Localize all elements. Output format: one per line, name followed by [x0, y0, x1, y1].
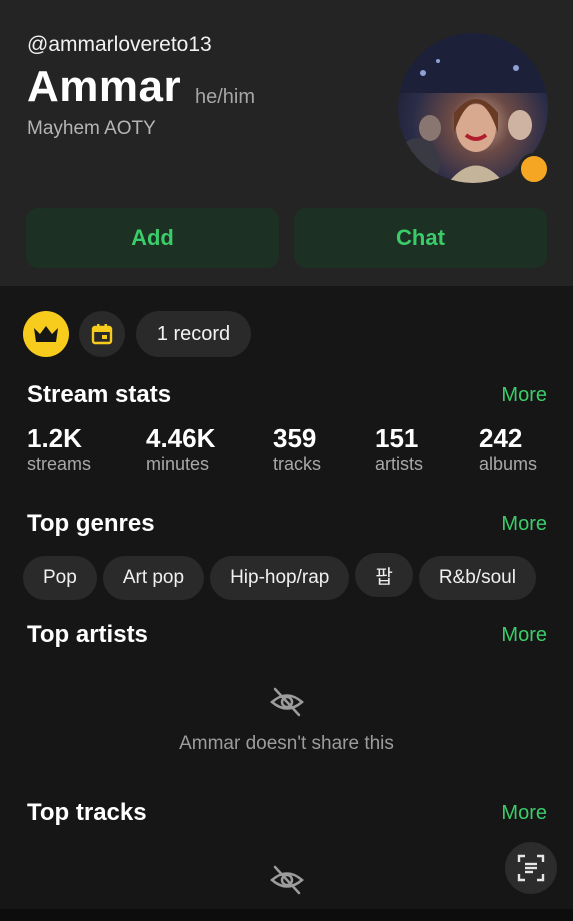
top-artists-more-link[interactable]: More	[501, 624, 547, 647]
stat-value: 1.2K	[27, 423, 82, 453]
top-tracks-more-link[interactable]: More	[501, 802, 547, 825]
stat-albums: 242 albums	[479, 424, 537, 475]
stat-value: 4.46K	[146, 423, 216, 453]
crown-icon	[34, 326, 58, 342]
stat-label: tracks	[273, 454, 322, 474]
stat-artists: 151 artists	[375, 424, 423, 475]
stat-value: 151	[375, 423, 419, 453]
top-artists-title: Top artists	[27, 621, 148, 648]
stream-stats-row: 1.2K streams 4.46K minutes 359 tracks 15…	[27, 424, 547, 484]
scan-text-button[interactable]	[505, 842, 557, 894]
genre-chip[interactable]: 팝	[355, 553, 413, 597]
stream-stats-more-link[interactable]: More	[501, 384, 547, 407]
status-indicator	[518, 153, 550, 185]
genre-chip[interactable]: Hip-hop/rap	[210, 555, 350, 600]
calendar-badge[interactable]	[79, 311, 125, 357]
display-name: Ammar	[27, 62, 182, 111]
top-genres-title: Top genres	[27, 510, 155, 537]
scan-text-icon	[517, 854, 545, 882]
eye-off-icon	[269, 687, 304, 717]
calendar-icon	[91, 324, 113, 345]
bio: Mayhem AOTY	[27, 118, 156, 139]
top-tracks-title: Top tracks	[27, 799, 147, 826]
top-artists-hidden: Ammar doesn't share this	[0, 686, 573, 755]
chat-button[interactable]: Chat	[294, 208, 547, 268]
record-badge[interactable]: 1 record	[136, 311, 251, 357]
stat-value: 359	[273, 423, 317, 453]
stat-streams: 1.2K streams	[27, 424, 91, 475]
genre-chip[interactable]: R&b/soul	[418, 555, 536, 600]
username: @ammarlovereto13	[27, 33, 212, 56]
stat-label: artists	[375, 454, 424, 474]
stat-minutes: 4.46K minutes	[146, 424, 215, 475]
stat-tracks: 359 tracks	[273, 424, 321, 475]
profile-header: @ammarlovereto13 Ammar he/him Mayhem AOT…	[0, 0, 573, 286]
stat-label: minutes	[146, 454, 210, 474]
crown-badge[interactable]	[23, 311, 69, 357]
bottom-edge	[0, 909, 573, 921]
pronouns: he/him	[195, 86, 256, 108]
eye-off-icon	[269, 865, 304, 895]
genre-chip[interactable]: Art pop	[102, 555, 205, 600]
add-button[interactable]: Add	[26, 208, 279, 268]
stat-value: 242	[479, 423, 523, 453]
stat-label: albums	[479, 454, 538, 474]
hidden-message: Ammar doesn't share this	[179, 733, 394, 754]
genre-chip[interactable]: Pop	[23, 555, 97, 600]
stat-label: streams	[27, 454, 92, 474]
stream-stats-title: Stream stats	[27, 381, 172, 408]
top-genres-more-link[interactable]: More	[501, 513, 547, 536]
top-tracks-hidden	[0, 864, 573, 901]
genre-list: Pop Art pop Hip-hop/rap 팝 R&b/soul	[23, 553, 573, 600]
